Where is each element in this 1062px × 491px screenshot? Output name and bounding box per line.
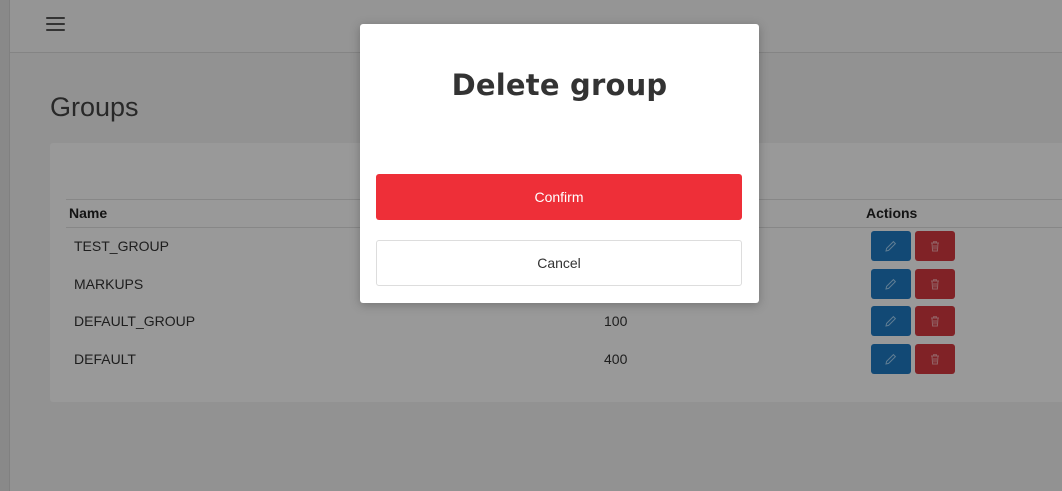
dialog-title: Delete group [451,68,668,102]
confirm-button[interactable]: Confirm [376,174,742,220]
cancel-button[interactable]: Cancel [376,240,742,286]
app: Groups Name Actions TEST_GROUP MARKUPS D… [0,0,1062,491]
delete-group-dialog: Delete group Confirm Cancel [360,24,759,303]
